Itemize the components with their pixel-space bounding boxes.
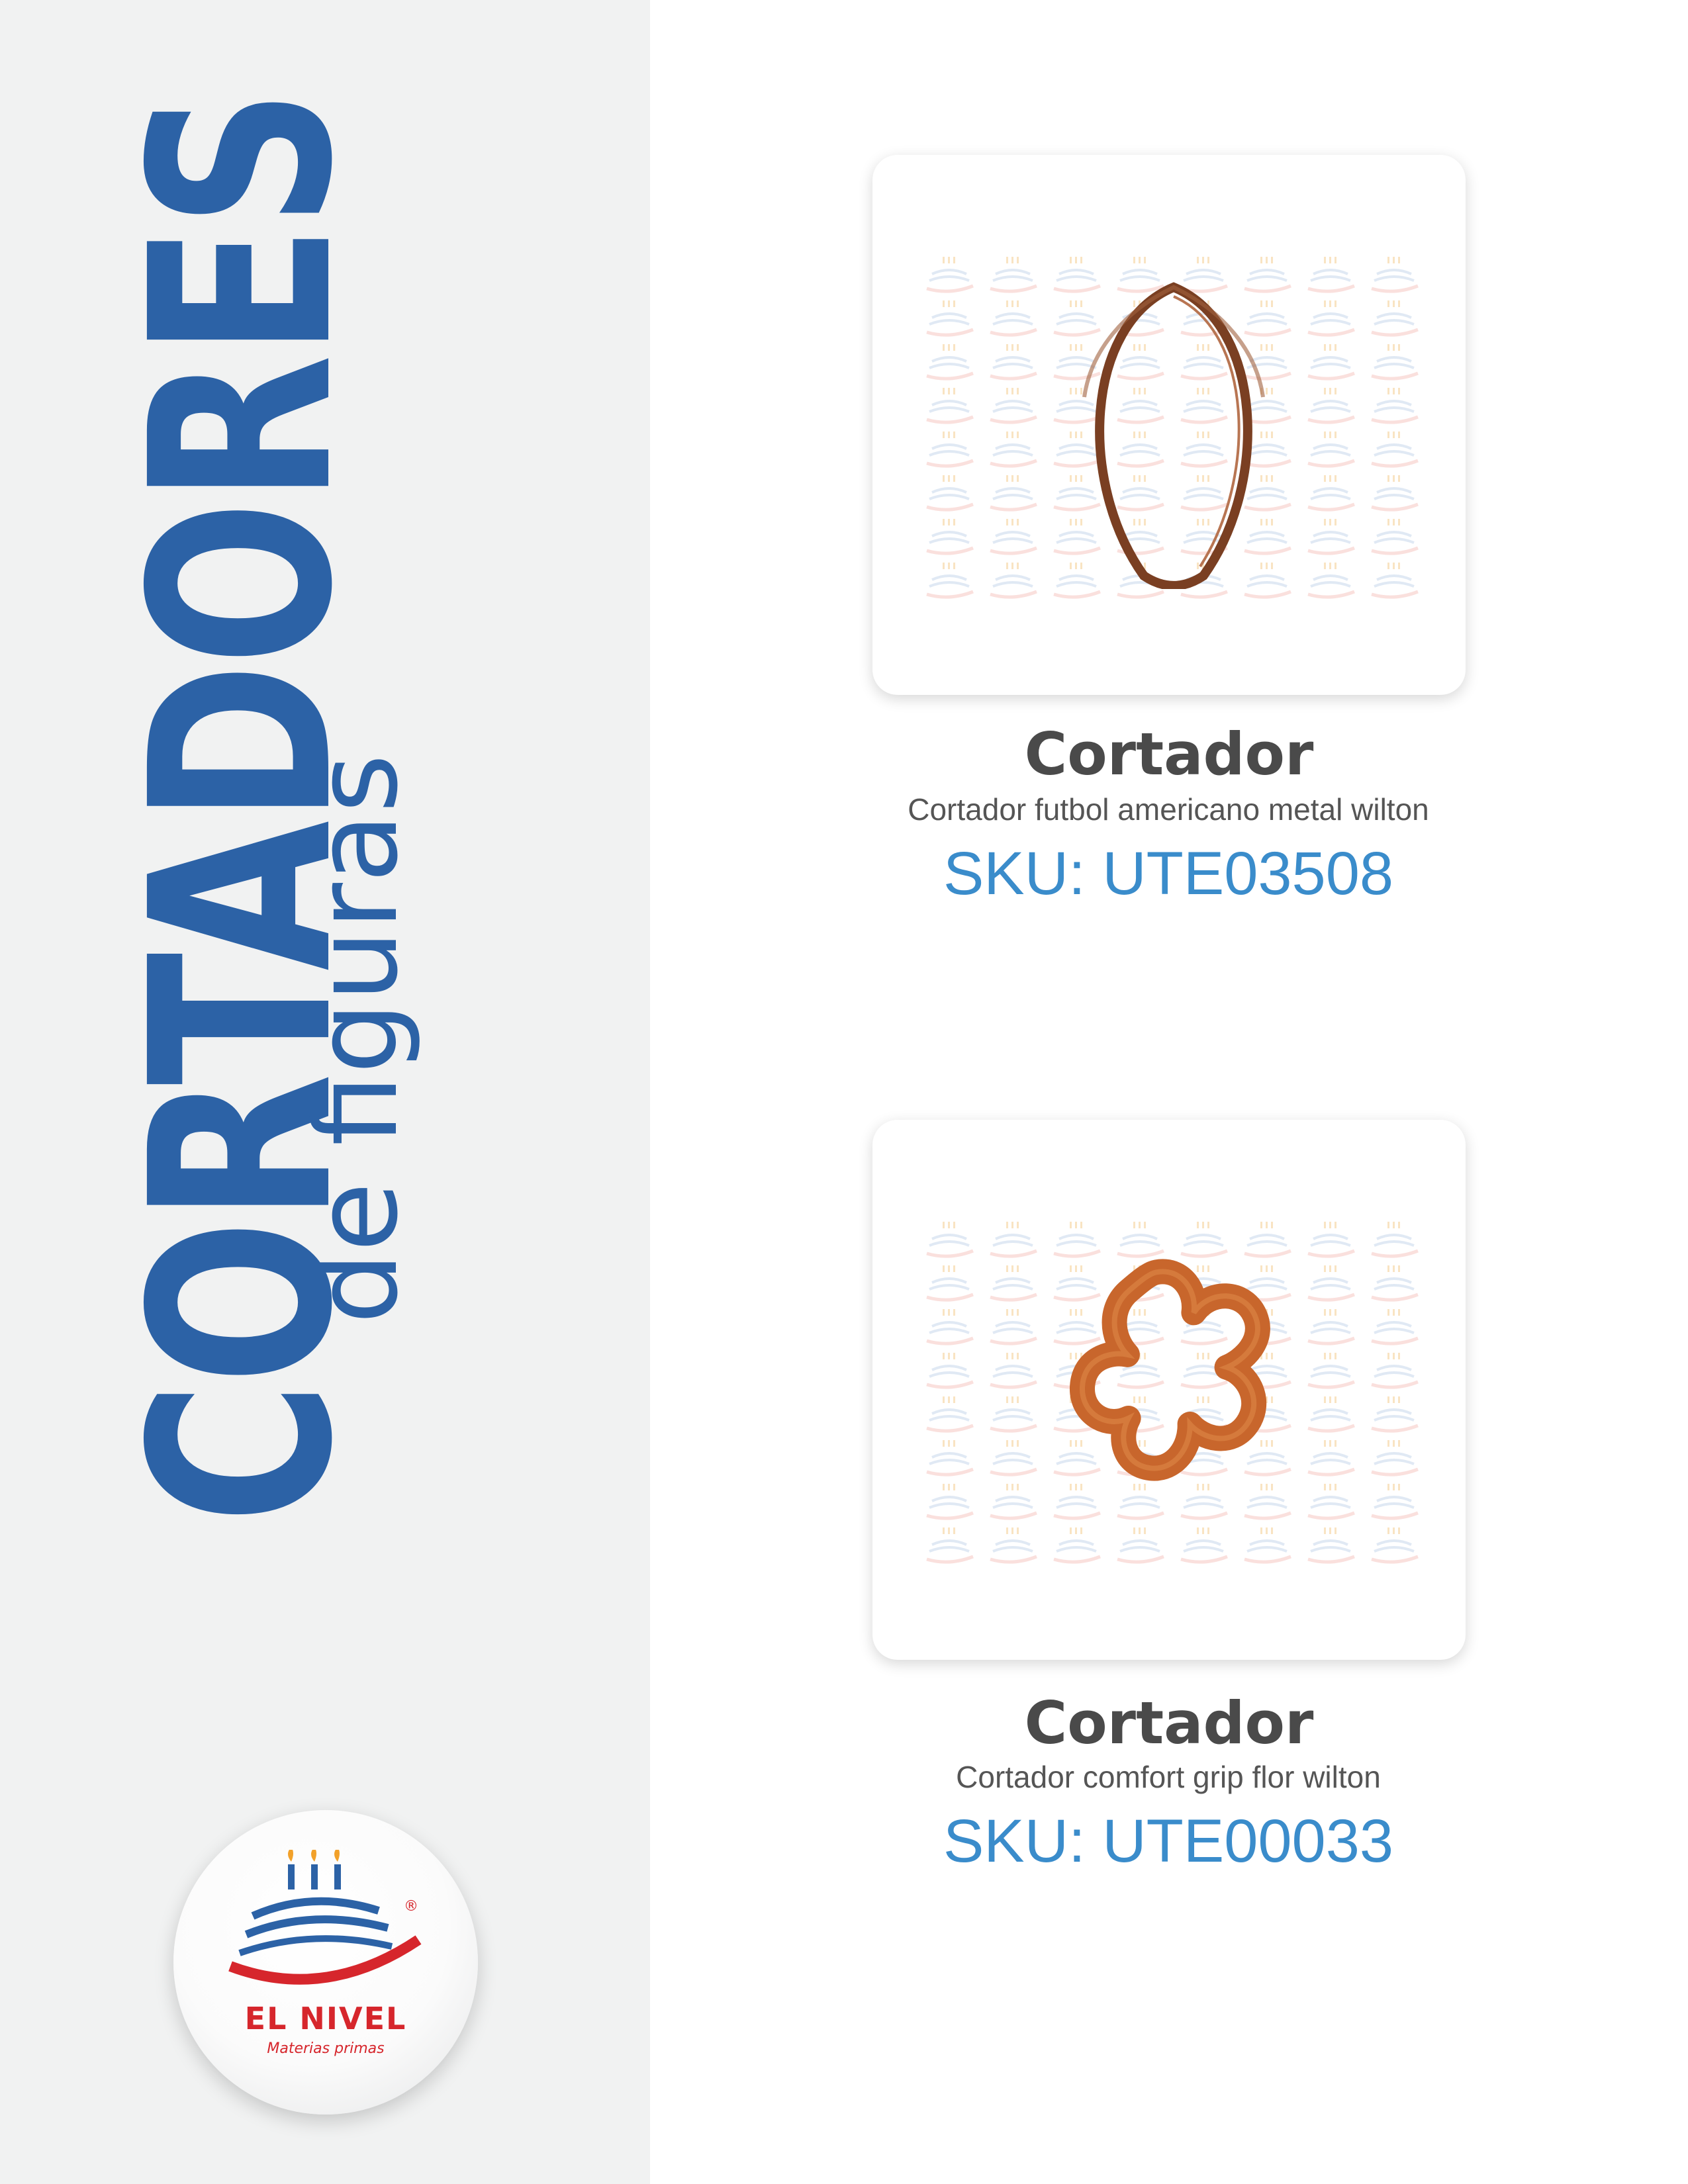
product-sku: SKU: UTE00033 xyxy=(943,1807,1394,1875)
product-image-card xyxy=(872,155,1466,695)
sidebar: CORTADORES de figuras ® EL NIVEL Materia… xyxy=(0,0,650,2184)
product-description: Cortador futbol americano metal wilton xyxy=(908,792,1429,827)
logo-tagline: Materias primas xyxy=(267,2040,385,2057)
svg-text:®: ® xyxy=(404,1898,418,1915)
product-description: Cortador comfort grip flor wilton xyxy=(956,1760,1381,1794)
logo-name: EL NIVEL xyxy=(244,2001,407,2036)
product-image-card xyxy=(872,1120,1466,1660)
el-nivel-logo: ® EL NIVEL Materias primas xyxy=(173,1810,478,2115)
product-sku: SKU: UTE03508 xyxy=(943,840,1394,907)
cake-logo-icon: ® xyxy=(228,1850,422,1985)
football-cutter-icon xyxy=(1082,282,1265,589)
product-title: Cortador xyxy=(1024,1689,1314,1757)
catalog-subtitle: de figuras xyxy=(290,754,423,1324)
flower-cutter-icon xyxy=(1070,1259,1270,1481)
product-title: Cortador xyxy=(1024,720,1314,788)
